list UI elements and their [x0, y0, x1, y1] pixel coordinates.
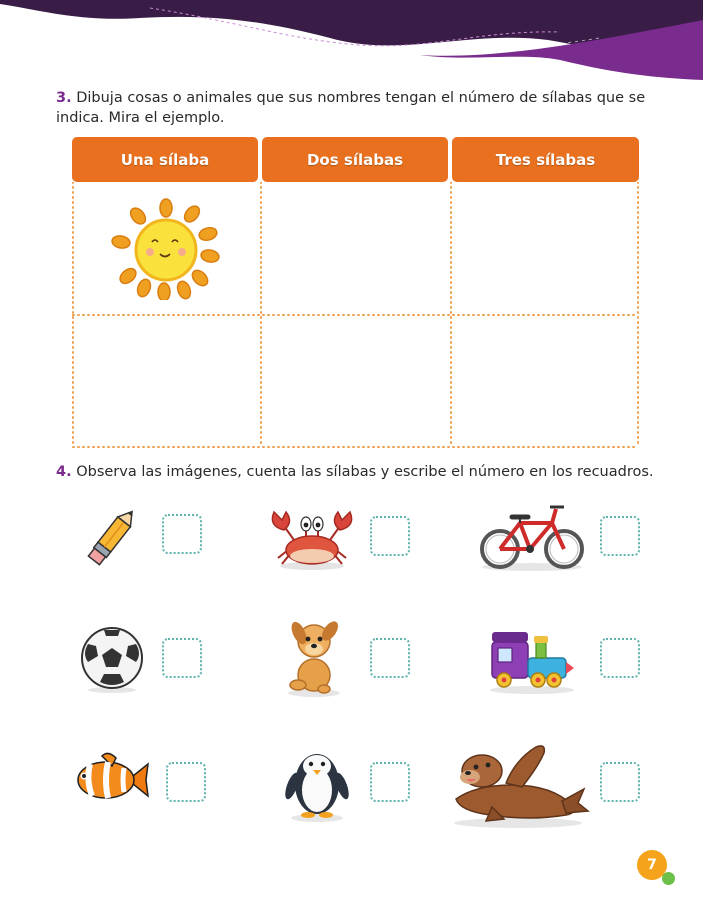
question-4: 4. Observa las imágenes, cuenta las síla…	[56, 462, 676, 482]
syllable-box-penguin[interactable]	[370, 762, 410, 802]
syllable-box-train[interactable]	[600, 638, 640, 678]
penguin-icon	[285, 754, 349, 822]
cell-two-syllables-1[interactable]	[263, 183, 449, 314]
syllable-box-bicycle[interactable]	[600, 516, 640, 556]
syllable-box-fish[interactable]	[166, 762, 206, 802]
syllable-box-pencil[interactable]	[162, 514, 202, 554]
syllable-box-sea-lion[interactable]	[600, 762, 640, 802]
dog-icon	[288, 621, 340, 697]
cell-one-syllable-2[interactable]	[73, 316, 259, 447]
crab-icon	[271, 510, 353, 570]
question-3: 3. Dibuja cosas o animales que sus nombr…	[56, 88, 656, 128]
header-dos-silabas: Dos sílabas	[262, 137, 448, 182]
question-4-number: 4.	[56, 464, 72, 480]
header-una-silaba: Una sílaba	[72, 137, 258, 182]
toy-train-icon	[490, 632, 574, 694]
page-decoration-dot	[662, 872, 675, 885]
syllable-box-crab[interactable]	[370, 516, 410, 556]
soccer-ball-icon	[81, 627, 143, 693]
top-banner	[0, 0, 703, 80]
question-3-text: Dibuja cosas o animales que sus nombres …	[56, 90, 646, 126]
question-4-text: Observa las imágenes, cuenta las sílabas…	[76, 464, 654, 480]
syllable-box-dog[interactable]	[370, 638, 410, 678]
cell-two-syllables-2[interactable]	[263, 316, 449, 447]
sun-icon	[111, 198, 220, 300]
question-3-number: 3.	[56, 90, 72, 106]
sea-lion-icon	[454, 745, 590, 828]
clownfish-icon	[77, 752, 149, 799]
bicycle-icon	[480, 505, 584, 571]
cell-three-syllables-1[interactable]	[453, 183, 639, 314]
pencil-icon	[87, 510, 133, 566]
syllable-box-ball[interactable]	[162, 638, 202, 678]
header-tres-silabas: Tres sílabas	[452, 137, 639, 182]
cell-three-syllables-2[interactable]	[453, 316, 639, 447]
